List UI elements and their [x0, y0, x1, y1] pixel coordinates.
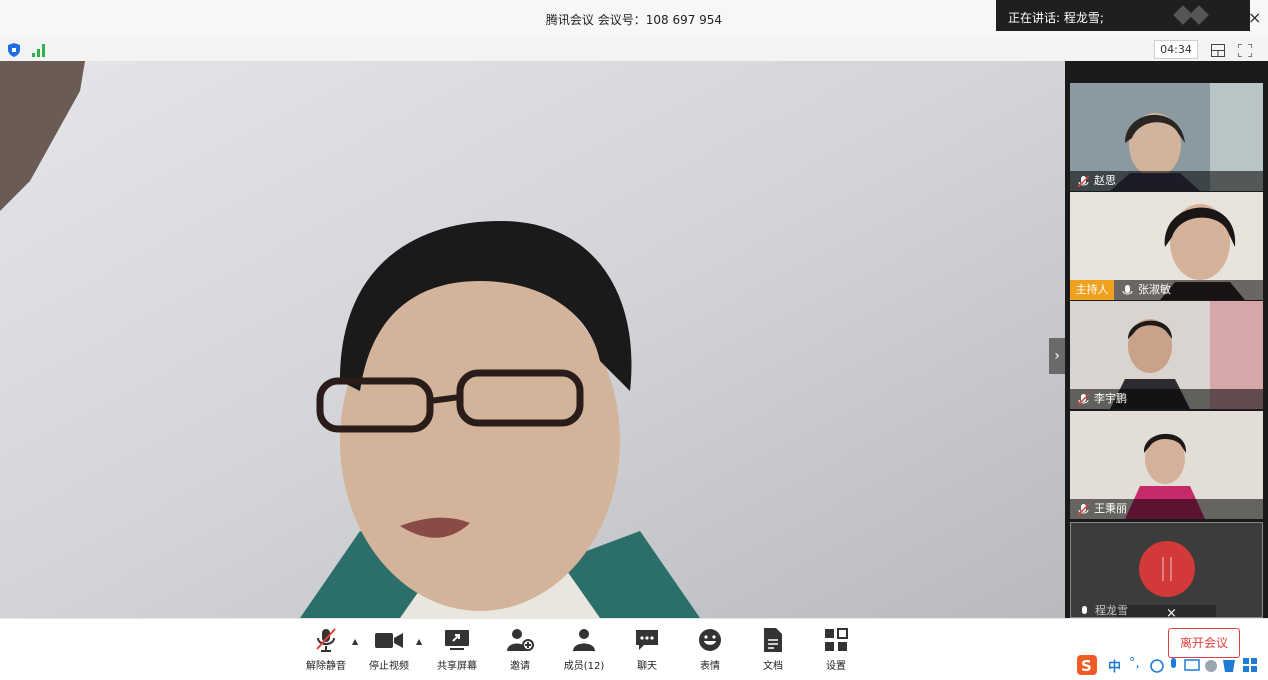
ime-punct[interactable]: °, — [1129, 656, 1140, 671]
mic-icon — [1079, 606, 1090, 617]
mic-muted-icon — [1077, 175, 1090, 191]
mic-muted-icon — [1077, 393, 1090, 409]
participant-name-bar: 王秉丽 — [1070, 499, 1263, 519]
participant-name-bar: 赵思 — [1070, 171, 1263, 191]
ime-toolbar: S 中 °, — [1075, 654, 1268, 676]
layout-icon[interactable] — [1211, 42, 1225, 61]
speaking-indicator: 正在讲话: 程龙雪; — [996, 0, 1250, 31]
participant-tile[interactable]: 王秉丽 — [1070, 411, 1263, 519]
emoji-button[interactable]: 表情 — [680, 627, 740, 675]
speaking-text: 正在讲话: 程龙雪; — [1008, 11, 1104, 25]
document-icon — [764, 628, 782, 652]
mic-icon — [1122, 284, 1133, 300]
chat-icon — [636, 630, 658, 650]
unmute-button[interactable]: 解除静音 — [296, 627, 356, 675]
participant-tile[interactable]: 主持人 张淑敏 — [1070, 192, 1263, 300]
meeting-timer: 04:34 — [1154, 40, 1198, 59]
ime-mode[interactable]: 中 — [1108, 656, 1121, 675]
participant-name: 李宇鹏 — [1094, 392, 1127, 405]
svg-text:S: S — [1081, 657, 1092, 675]
status-bar: 04:34 — [0, 37, 1268, 62]
participant-panel: 赵思 主持人 张淑敏 李宇鹏 王秉丽 × 程龙雪 — [1065, 61, 1268, 618]
participant-tile[interactable]: 李宇鹏 — [1070, 301, 1263, 409]
mic-muted-icon — [316, 628, 336, 652]
share-screen-icon — [445, 630, 469, 650]
participant-tile[interactable]: 赵思 — [1070, 83, 1263, 191]
mic-muted-icon — [1077, 503, 1090, 519]
emoji-icon — [699, 629, 721, 651]
speaker-video-frame — [0, 61, 1065, 618]
members-button[interactable]: 成员(12) — [554, 627, 614, 675]
members-icon — [573, 629, 595, 651]
speaking-graphic-icon — [1189, 5, 1209, 25]
title-bar: 腾讯会议 会议号：108 697 954 正在讲话: 程龙雪; × — [0, 0, 1268, 37]
chat-button[interactable]: 聊天 — [617, 627, 677, 675]
next-page-button[interactable]: › — [1049, 338, 1065, 374]
docs-button[interactable]: 文档 — [743, 627, 803, 675]
audio-options-caret[interactable]: ▲ — [352, 637, 358, 646]
participant-name: 程龙雪 — [1095, 604, 1128, 617]
host-badge: 主持人 — [1070, 280, 1114, 300]
stop-video-button[interactable]: 停止视频 — [359, 627, 419, 675]
video-options-caret[interactable]: ▲ — [416, 637, 422, 646]
shield-icon[interactable] — [8, 42, 20, 61]
participant-name: 赵思 — [1094, 174, 1116, 187]
close-icon[interactable]: × — [1248, 8, 1261, 27]
ime-icons: S — [1077, 655, 1257, 675]
settings-grid-icon — [825, 628, 848, 651]
participant-avatar: × — [1071, 523, 1262, 617]
main-video[interactable] — [0, 61, 1065, 618]
participant-tile[interactable]: × 程龙雪 — [1070, 522, 1263, 618]
fullscreen-icon[interactable] — [1237, 42, 1253, 61]
signal-icon[interactable] — [32, 42, 46, 61]
settings-button[interactable]: 设置 — [806, 627, 866, 675]
add-user-icon — [507, 629, 534, 651]
participant-name: 王秉丽 — [1094, 502, 1127, 515]
share-screen-button[interactable]: 共享屏幕 — [427, 627, 487, 675]
participant-name-bar: 李宇鹏 — [1070, 389, 1263, 409]
participant-name-bar: 程龙雪 — [1071, 605, 1262, 617]
participant-name: 张淑敏 — [1138, 283, 1171, 296]
video-camera-icon — [375, 633, 403, 648]
invite-button[interactable]: 邀请 — [490, 627, 550, 675]
participant-name-bar: 主持人 张淑敏 — [1070, 280, 1263, 300]
